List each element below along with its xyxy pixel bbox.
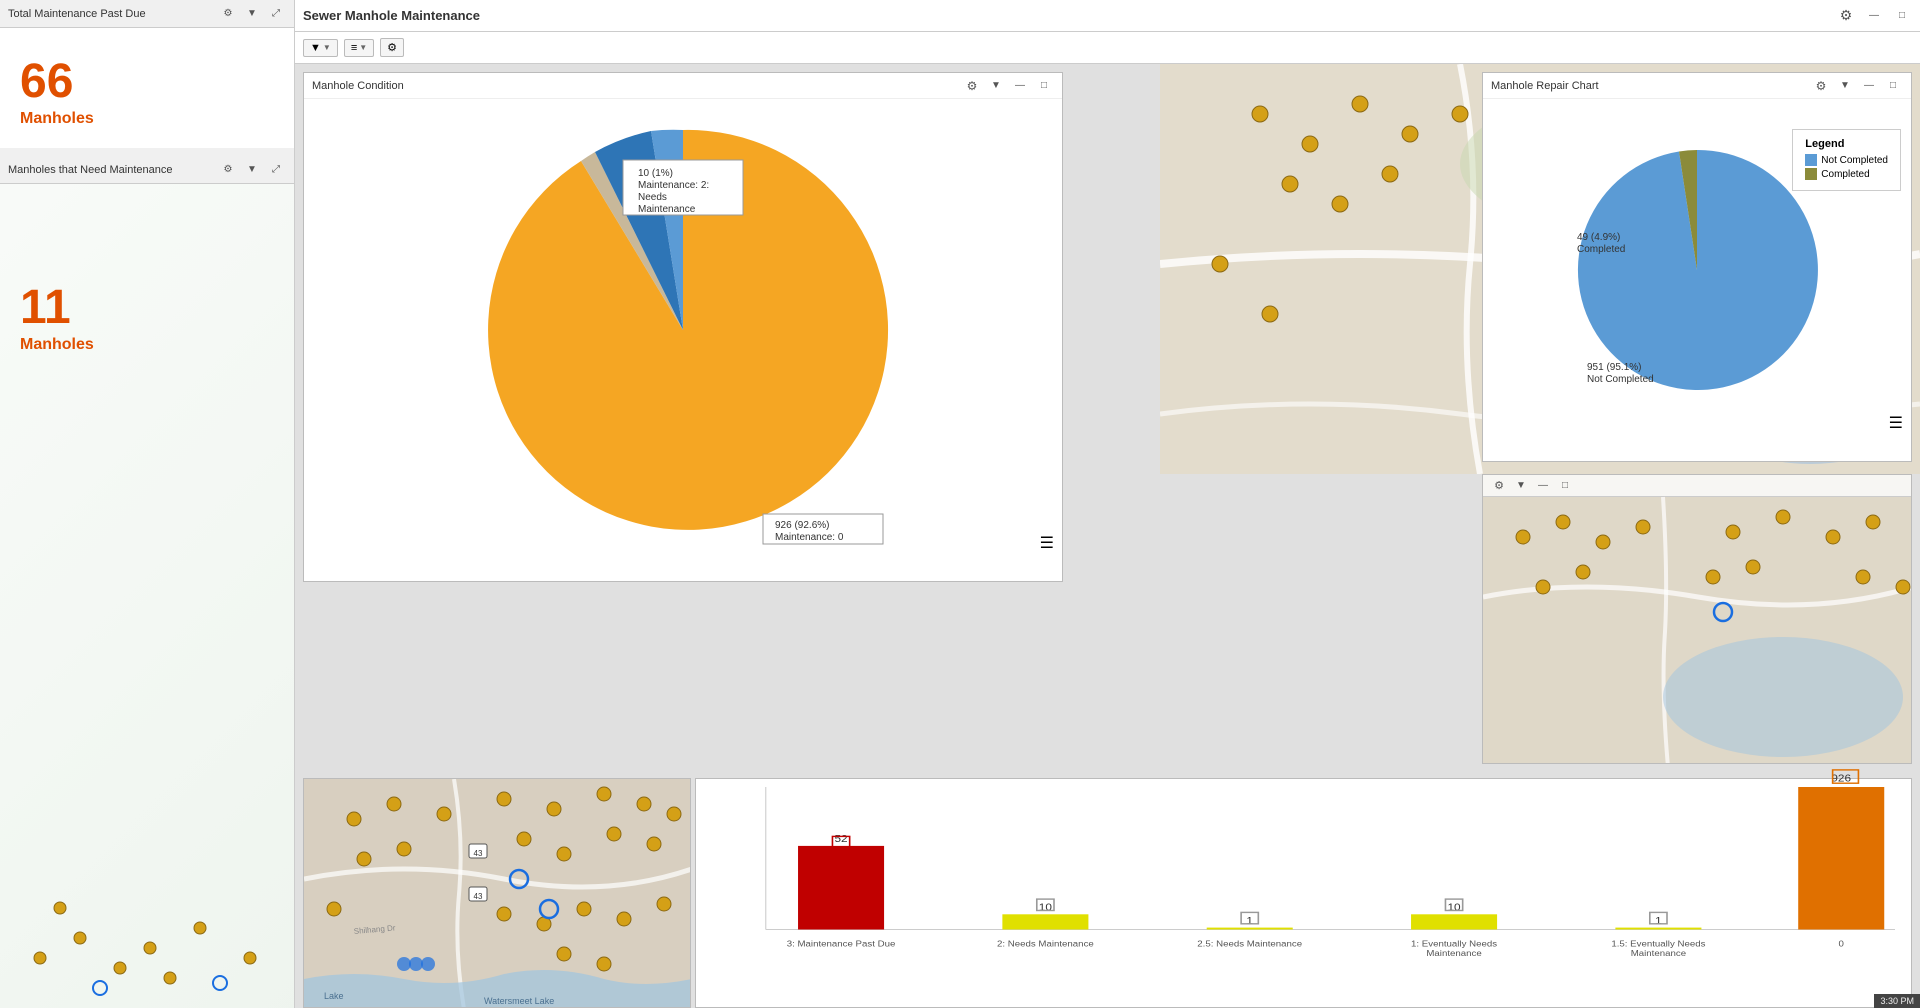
legend-item-not-completed: Not Completed bbox=[1805, 154, 1888, 166]
svg-text:3: Maintenance Past Due: 3: Maintenance Past Due bbox=[787, 939, 896, 948]
top-settings-icon[interactable]: ⚙ bbox=[1836, 6, 1856, 26]
svg-text:52: 52 bbox=[834, 834, 847, 845]
layer-icon: ≡ bbox=[351, 42, 357, 54]
legend-color-not-completed bbox=[1805, 154, 1817, 166]
svg-text:Maintenance: 0: Maintenance: 0 bbox=[775, 532, 844, 543]
svg-text:2: Needs Maintenance: 2: Needs Maintenance bbox=[997, 939, 1094, 948]
svg-text:10: 10 bbox=[1447, 902, 1460, 913]
filter-icon: ▼ bbox=[310, 42, 321, 54]
svg-text:Completed: Completed bbox=[1577, 244, 1625, 255]
legend-title: Legend bbox=[1805, 138, 1888, 150]
repair-chart-controls: ⚙ ▼ — □ bbox=[1811, 76, 1903, 96]
svg-text:49 (4.9%): 49 (4.9%) bbox=[1577, 232, 1620, 243]
svg-text:Maintenance: Maintenance bbox=[638, 204, 696, 215]
svg-text:Needs: Needs bbox=[638, 192, 667, 203]
need-count: 11 bbox=[20, 284, 274, 332]
total-expand-icon[interactable]: ⤢ bbox=[266, 4, 286, 24]
bottom-left-map-svg: Lake Watersmeet Lake Shilhang Dr 43 43 bbox=[304, 779, 691, 1008]
repair-settings-icon[interactable]: ⚙ bbox=[1811, 76, 1831, 96]
mid-map-minimize[interactable]: — bbox=[1533, 476, 1553, 496]
status-bar: 3:30 PM bbox=[1874, 994, 1920, 1008]
settings-button[interactable]: ⚙ bbox=[380, 38, 404, 57]
bottom-left-map: Lake Watersmeet Lake Shilhang Dr 43 43 bbox=[303, 778, 691, 1008]
need-settings-icon[interactable]: ⚙ bbox=[218, 160, 238, 180]
mid-map-settings[interactable]: ⚙ bbox=[1489, 476, 1509, 496]
condition-chart-controls: ⚙ ▼ — □ bbox=[962, 76, 1054, 96]
svg-text:43: 43 bbox=[474, 849, 483, 858]
svg-text:926: 926 bbox=[1831, 773, 1851, 784]
layer-button[interactable]: ≡ ▼ bbox=[344, 39, 374, 57]
repair-legend: Legend Not Completed Completed bbox=[1792, 129, 1901, 191]
main-area: Manhole Condition ⚙ ▼ — □ bbox=[295, 64, 1920, 1008]
app-title: Sewer Manhole Maintenance bbox=[303, 8, 480, 23]
condition-restore-icon[interactable]: □ bbox=[1034, 76, 1054, 96]
legend-item-completed: Completed bbox=[1805, 168, 1888, 180]
svg-text:1: 1 bbox=[1246, 915, 1253, 926]
condition-chart-title: Manhole Condition bbox=[312, 80, 404, 92]
right-content: Sewer Manhole Maintenance ⚙ — □ ▼ ▼ ≡ ▼ … bbox=[295, 0, 1920, 1008]
middle-right-map: ⚙ ▼ — □ bbox=[1482, 474, 1912, 764]
svg-text:1: Eventually Needs: 1: Eventually Needs bbox=[1411, 939, 1497, 948]
left-panel: Total Maintenance Past Due ⚙ ▼ ⤢ 66 Manh… bbox=[0, 0, 295, 1008]
bar-chart-svg: 52 10 1 10 1 bbox=[712, 787, 1895, 977]
repair-chart-title: Manhole Repair Chart bbox=[1491, 80, 1599, 92]
top-restore-icon[interactable]: □ bbox=[1892, 6, 1912, 26]
status-time: 3:30 PM bbox=[1880, 996, 1914, 1006]
total-maintenance-header: Total Maintenance Past Due ⚙ ▼ ⤢ bbox=[0, 0, 294, 28]
mid-right-map-svg bbox=[1483, 497, 1912, 764]
need-dropdown-icon[interactable]: ▼ bbox=[242, 160, 262, 180]
condition-settings-icon[interactable]: ⚙ bbox=[962, 76, 982, 96]
mid-map-controls: ⚙ ▼ — □ bbox=[1489, 476, 1575, 496]
svg-text:43: 43 bbox=[474, 892, 483, 901]
svg-text:10: 10 bbox=[1039, 902, 1052, 913]
repair-dropdown-icon[interactable]: ▼ bbox=[1835, 76, 1855, 96]
settings-icon: ⚙ bbox=[387, 41, 397, 54]
mini-map bbox=[0, 808, 294, 1008]
need-maintenance-title: Manholes that Need Maintenance bbox=[8, 164, 173, 176]
repair-list-icon[interactable]: ☰ bbox=[1889, 413, 1903, 433]
total-count: 66 bbox=[20, 58, 274, 106]
svg-text:Maintenance: Maintenance bbox=[1426, 949, 1481, 958]
top-bar: Sewer Manhole Maintenance ⚙ — □ bbox=[295, 0, 1920, 32]
svg-text:951 (95.1%): 951 (95.1%) bbox=[1587, 362, 1641, 373]
condition-list-icon[interactable]: ☰ bbox=[1040, 533, 1054, 553]
svg-text:Lake: Lake bbox=[324, 991, 344, 1001]
need-expand-icon[interactable]: ⤢ bbox=[266, 160, 286, 180]
toolbar: ▼ ▼ ≡ ▼ ⚙ bbox=[295, 32, 1920, 64]
svg-text:2.5: Needs Maintenance: 2.5: Needs Maintenance bbox=[1197, 939, 1302, 948]
svg-text:1: 1 bbox=[1655, 915, 1662, 926]
condition-dropdown-icon[interactable]: ▼ bbox=[986, 76, 1006, 96]
svg-text:Maintenance: 2:: Maintenance: 2: bbox=[638, 180, 709, 191]
manhole-condition-panel: Manhole Condition ⚙ ▼ — □ bbox=[303, 72, 1063, 582]
legend-label-completed: Completed bbox=[1821, 169, 1869, 180]
mid-map-dropdown[interactable]: ▼ bbox=[1511, 476, 1531, 496]
repair-chart-panel: Manhole Repair Chart ⚙ ▼ — □ bbox=[1482, 72, 1912, 462]
filter-button[interactable]: ▼ ▼ bbox=[303, 39, 338, 57]
legend-label-not-completed: Not Completed bbox=[1821, 155, 1888, 166]
top-minimize-icon[interactable]: — bbox=[1864, 6, 1884, 26]
svg-text:0: 0 bbox=[1839, 939, 1844, 948]
total-maintenance-title: Total Maintenance Past Due bbox=[8, 8, 146, 20]
svg-text:Watersmeet Lake: Watersmeet Lake bbox=[484, 996, 554, 1006]
total-unit: Manholes bbox=[20, 110, 274, 128]
condition-minimize-icon[interactable]: — bbox=[1010, 76, 1030, 96]
svg-text:926 (92.6%): 926 (92.6%) bbox=[775, 520, 829, 531]
svg-text:10 (1%): 10 (1%) bbox=[638, 168, 673, 179]
need-unit: Manholes bbox=[20, 336, 274, 354]
svg-text:1.5: Eventually Needs: 1.5: Eventually Needs bbox=[1611, 939, 1706, 948]
mid-map-restore[interactable]: □ bbox=[1555, 476, 1575, 496]
legend-color-completed bbox=[1805, 168, 1817, 180]
total-settings-icon[interactable]: ⚙ bbox=[218, 4, 238, 24]
repair-restore-icon[interactable]: □ bbox=[1883, 76, 1903, 96]
svg-text:Not Completed: Not Completed bbox=[1587, 374, 1654, 385]
total-dropdown-icon[interactable]: ▼ bbox=[242, 4, 262, 24]
repair-minimize-icon[interactable]: — bbox=[1859, 76, 1879, 96]
condition-pie-chart: 10 (1%) Maintenance: 2: Needs Maintenanc… bbox=[433, 110, 933, 550]
svg-text:Maintenance: Maintenance bbox=[1631, 949, 1686, 958]
bottom-bar-chart: 52 10 1 10 1 bbox=[695, 778, 1912, 1008]
need-maintenance-header: Manholes that Need Maintenance ⚙ ▼ ⤢ bbox=[0, 156, 294, 184]
